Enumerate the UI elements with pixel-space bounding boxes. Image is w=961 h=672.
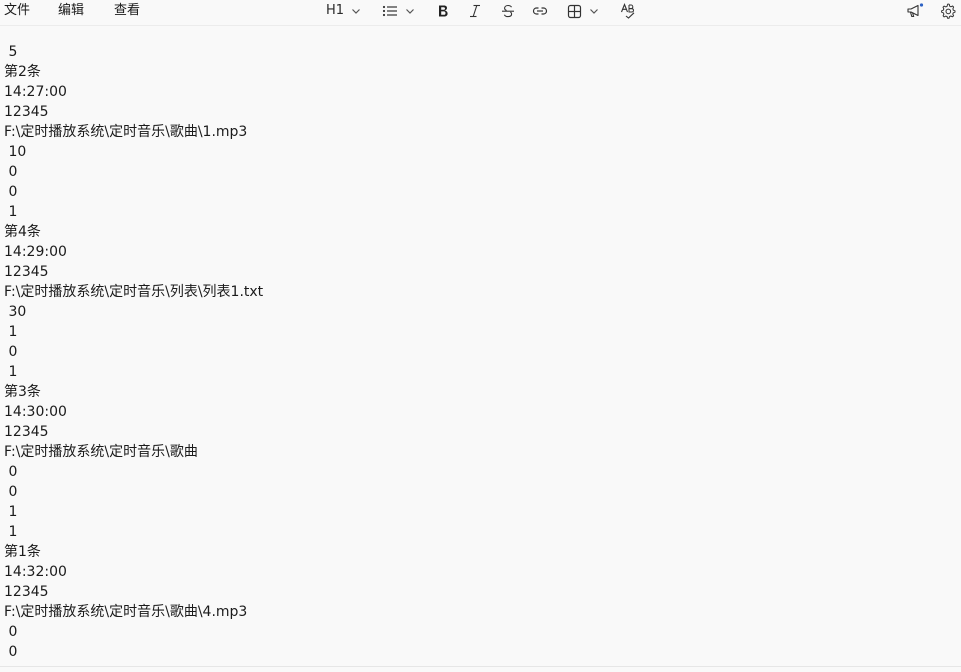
document-line: 0 xyxy=(4,164,18,180)
gear-icon xyxy=(940,3,956,19)
document-line: 0 xyxy=(4,644,18,660)
strikethrough-icon xyxy=(501,4,515,18)
document-line: 1 xyxy=(4,324,18,340)
document-line: 1 xyxy=(4,524,18,540)
document-line: 5 xyxy=(4,44,18,60)
list-dropdown[interactable] xyxy=(382,1,415,21)
document-line: 12345 xyxy=(4,584,49,600)
menu-toolbar: 文件 编辑 查看 H1 xyxy=(0,0,961,26)
table-dropdown[interactable] xyxy=(567,1,599,21)
document-line: 0 xyxy=(4,624,18,640)
document-line: 14:29:00 xyxy=(4,244,67,260)
document-line: 30 xyxy=(4,304,27,320)
strikethrough-button[interactable] xyxy=(501,1,515,21)
document-line: 14:32:00 xyxy=(4,564,67,580)
italic-icon xyxy=(469,4,481,18)
link-icon xyxy=(532,4,548,18)
document-line: 10 xyxy=(4,144,27,160)
document-line: F:\定时播放系统\定时音乐\列表\列表1.txt xyxy=(4,284,264,300)
link-button[interactable] xyxy=(532,1,548,21)
chevron-down-icon xyxy=(405,6,415,16)
document-line: 14:30:00 xyxy=(4,404,67,420)
whats-new-button[interactable] xyxy=(906,1,924,21)
spellcheck-button[interactable] xyxy=(620,1,636,21)
document-line: 1 xyxy=(4,204,18,220)
bold-button[interactable] xyxy=(437,1,449,21)
document-line: 12345 xyxy=(4,264,49,280)
document-line: 0 xyxy=(4,184,18,200)
table-icon xyxy=(567,4,582,19)
heading-dropdown[interactable]: H1 xyxy=(326,1,361,21)
document-line: 12345 xyxy=(4,104,49,120)
megaphone-icon xyxy=(906,3,924,19)
document-line: 0 xyxy=(4,464,18,480)
document-line: 12345 xyxy=(4,424,49,440)
document-line: 0 xyxy=(4,344,18,360)
chevron-down-icon xyxy=(589,6,599,16)
settings-button[interactable] xyxy=(940,1,956,21)
document-text-area[interactable]: 5 第2条 14:27:00 12345 F:\定时播放系统\定时音乐\歌曲\1.mp3… xyxy=(0,26,961,666)
status-divider xyxy=(0,666,961,667)
document-line: 0 xyxy=(4,484,18,500)
menu-file[interactable]: 文件 xyxy=(4,2,30,22)
menu-view[interactable]: 查看 xyxy=(114,2,140,22)
document-line: 1 xyxy=(4,364,18,380)
heading-label: H1 xyxy=(326,3,345,18)
document-line: F:\定时播放系统\定时音乐\歌曲 xyxy=(4,444,198,460)
document-line: F:\定时播放系统\定时音乐\歌曲\4.mp3 xyxy=(4,604,248,620)
document-line: F:\定时播放系统\定时音乐\歌曲\1.mp3 xyxy=(4,124,248,140)
document-line: 第3条 xyxy=(4,384,41,400)
chevron-down-icon xyxy=(351,6,361,16)
document-line: 第2条 xyxy=(4,64,41,80)
spellcheck-icon xyxy=(620,3,636,19)
menu-edit[interactable]: 编辑 xyxy=(58,2,84,22)
bold-icon xyxy=(437,4,449,18)
document-line: 第4条 xyxy=(4,224,41,240)
document-line: 14:27:00 xyxy=(4,84,67,100)
list-icon xyxy=(382,4,398,18)
document-line: 1 xyxy=(4,504,18,520)
notepad-window: 文件 编辑 查看 H1 5 第2条 14:27:00 12345 F:\定时播放… xyxy=(0,0,961,672)
italic-button[interactable] xyxy=(469,1,481,21)
document-line: 第1条 xyxy=(4,544,41,560)
